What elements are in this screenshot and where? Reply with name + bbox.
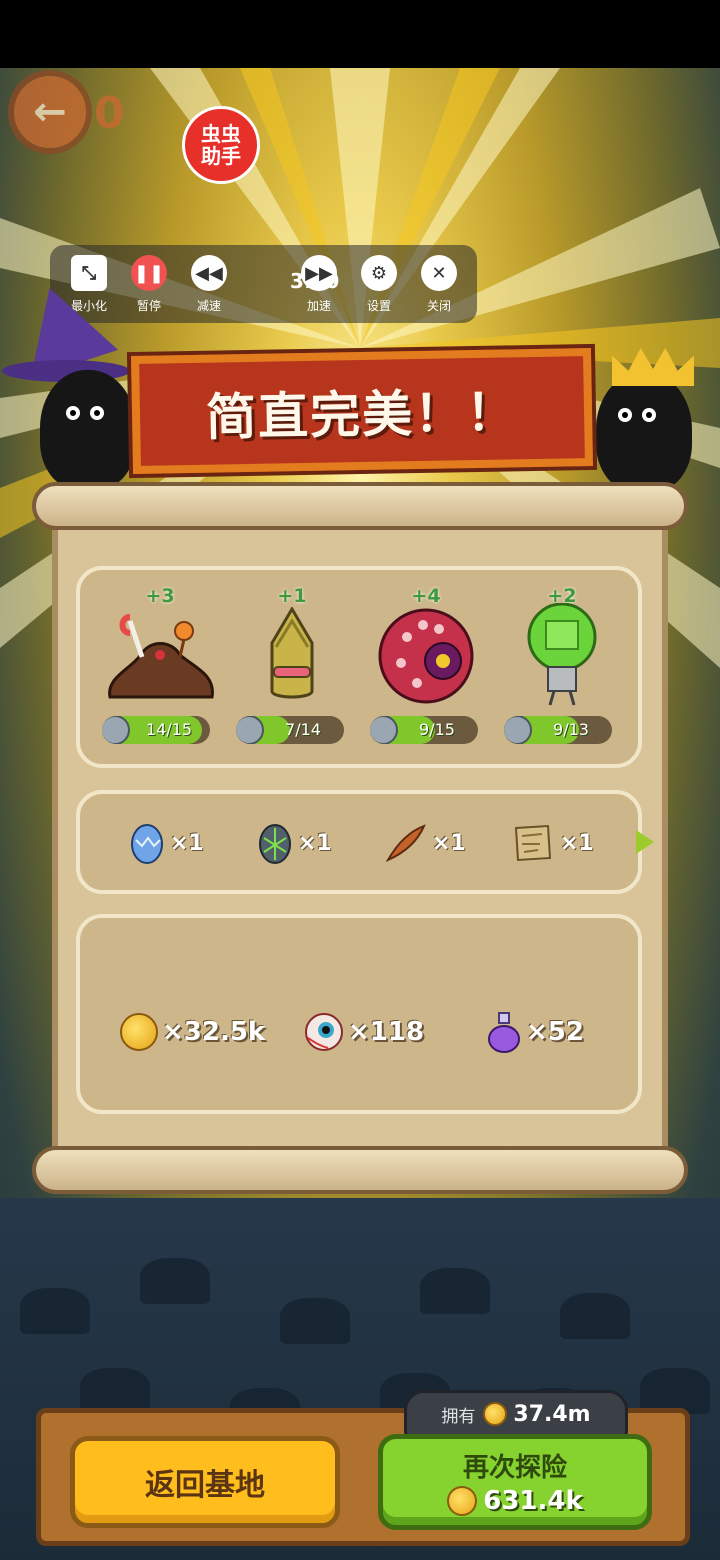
- pause-label: 暂停: [136, 299, 161, 313]
- rewind-icon: ◀◀: [191, 255, 227, 291]
- explore-cost-value: 631.4k: [483, 1486, 583, 1516]
- reward-item[interactable]: ×1: [258, 818, 332, 868]
- monster-card[interactable]: +1: [232, 585, 352, 699]
- settings-label: 设置: [366, 299, 391, 313]
- reward-item[interactable]: ×1: [384, 818, 466, 868]
- fast-label: 加速: [306, 299, 331, 313]
- assistant-button[interactable]: 虫虫 助手: [182, 106, 260, 184]
- pause-button[interactable]: ❚❚ 暂停: [122, 255, 176, 314]
- progress-text: 9/13: [553, 720, 589, 739]
- skull-icon: [236, 716, 264, 744]
- owned-gold: 拥有 37.4m: [404, 1390, 628, 1438]
- status-bar: [0, 0, 720, 68]
- gold-coin-icon: [483, 1402, 508, 1426]
- owned-label: 拥有: [441, 1406, 476, 1427]
- slow-label: 减速: [196, 299, 221, 313]
- king-mascot: [596, 372, 692, 492]
- progress-text: 7/14: [285, 720, 321, 739]
- pine-cone-creature-icon: [270, 607, 314, 699]
- item-count: ×1: [298, 830, 332, 856]
- return-base-button[interactable]: 返回基地: [70, 1436, 340, 1528]
- explore-again-button[interactable]: 再次探险 631.4k: [378, 1434, 652, 1530]
- gold-coin-icon: [120, 1013, 158, 1051]
- skull-icon: [370, 716, 398, 744]
- slow-down-button[interactable]: ◀◀ 减速: [182, 255, 236, 314]
- reward-item[interactable]: ×1: [130, 818, 204, 868]
- monster-card[interactable]: +2: [502, 585, 622, 706]
- witch-mascot: [40, 370, 136, 490]
- resource-count: ×118: [348, 1017, 425, 1047]
- resource-reward: ×52: [486, 1008, 584, 1056]
- close-button[interactable]: ✕ 关闭: [412, 255, 466, 314]
- eyeball-icon: [305, 1013, 343, 1051]
- pause-icon: ❚❚: [131, 255, 167, 291]
- monster-card[interactable]: +4: [366, 585, 486, 704]
- blue-egg-icon: [131, 824, 163, 864]
- item-count: ×1: [170, 830, 204, 856]
- skull-icon: [504, 716, 532, 744]
- back-button[interactable]: ←: [8, 70, 92, 154]
- monster-bonus: +1: [277, 585, 307, 607]
- reward-item[interactable]: ×1: [512, 818, 594, 868]
- monster-bonus: +4: [411, 585, 441, 607]
- chocolate-blob-icon: [108, 614, 214, 699]
- scroll-top-rod: [32, 482, 688, 530]
- top-counter: 0: [94, 88, 125, 139]
- item-count: ×1: [560, 830, 594, 856]
- green-jar-robot-icon: [527, 603, 597, 706]
- monster-card[interactable]: +3: [100, 585, 220, 699]
- back-arrow-icon: ←: [33, 89, 67, 135]
- map-scroll-icon: [514, 824, 552, 862]
- item-count: ×1: [432, 830, 466, 856]
- speed-up-button[interactable]: ▶▶ 加速: [292, 255, 346, 314]
- skull-icon: [102, 716, 130, 744]
- monster-progress-bar: 7/14: [236, 716, 344, 744]
- monster-progress-bar: 14/15: [102, 716, 210, 744]
- progress-text: 9/15: [419, 720, 455, 739]
- monster-bonus: +3: [145, 585, 175, 607]
- green-egg-icon: [259, 824, 291, 864]
- assistant-label: 虫虫 助手: [201, 122, 241, 168]
- potion-icon: [488, 1012, 520, 1053]
- next-page-arrow-icon[interactable]: [636, 830, 654, 854]
- resource-count: ×32.5k: [162, 1017, 266, 1047]
- owned-value: 37.4m: [513, 1401, 591, 1427]
- speed-control-bar: ⤡ 最小化 ❚❚ 暂停 ◀◀ 减速 31.0 ▶▶ 加速 ⚙ 设置 ✕ 关闭: [50, 245, 477, 323]
- progress-text: 14/15: [145, 720, 193, 739]
- feather-icon: [385, 824, 426, 863]
- red-sea-urchin-icon: [378, 608, 474, 704]
- monster-progress-bar: 9/13: [504, 716, 612, 744]
- result-banner: 简直完美！！: [131, 347, 593, 475]
- fast-forward-icon: ▶▶: [301, 255, 337, 291]
- resource-reward: ×118: [304, 1008, 424, 1056]
- close-icon: ✕: [421, 255, 457, 291]
- return-base-label: 返回基地: [145, 1468, 265, 1503]
- resource-count: ×52: [526, 1017, 584, 1047]
- banner-title: 简直完美！！: [205, 383, 519, 447]
- resource-reward: ×32.5k: [120, 1008, 265, 1056]
- gear-icon: ⚙: [361, 255, 397, 291]
- explore-again-label: 再次探险: [462, 1453, 567, 1483]
- settings-button[interactable]: ⚙ 设置: [352, 255, 406, 314]
- explore-cost: 631.4k: [383, 1486, 647, 1516]
- gold-coin-icon: [447, 1486, 478, 1516]
- close-label: 关闭: [426, 299, 451, 313]
- scroll-bottom-rod: [32, 1146, 688, 1194]
- monster-progress-bar: 9/15: [370, 716, 478, 744]
